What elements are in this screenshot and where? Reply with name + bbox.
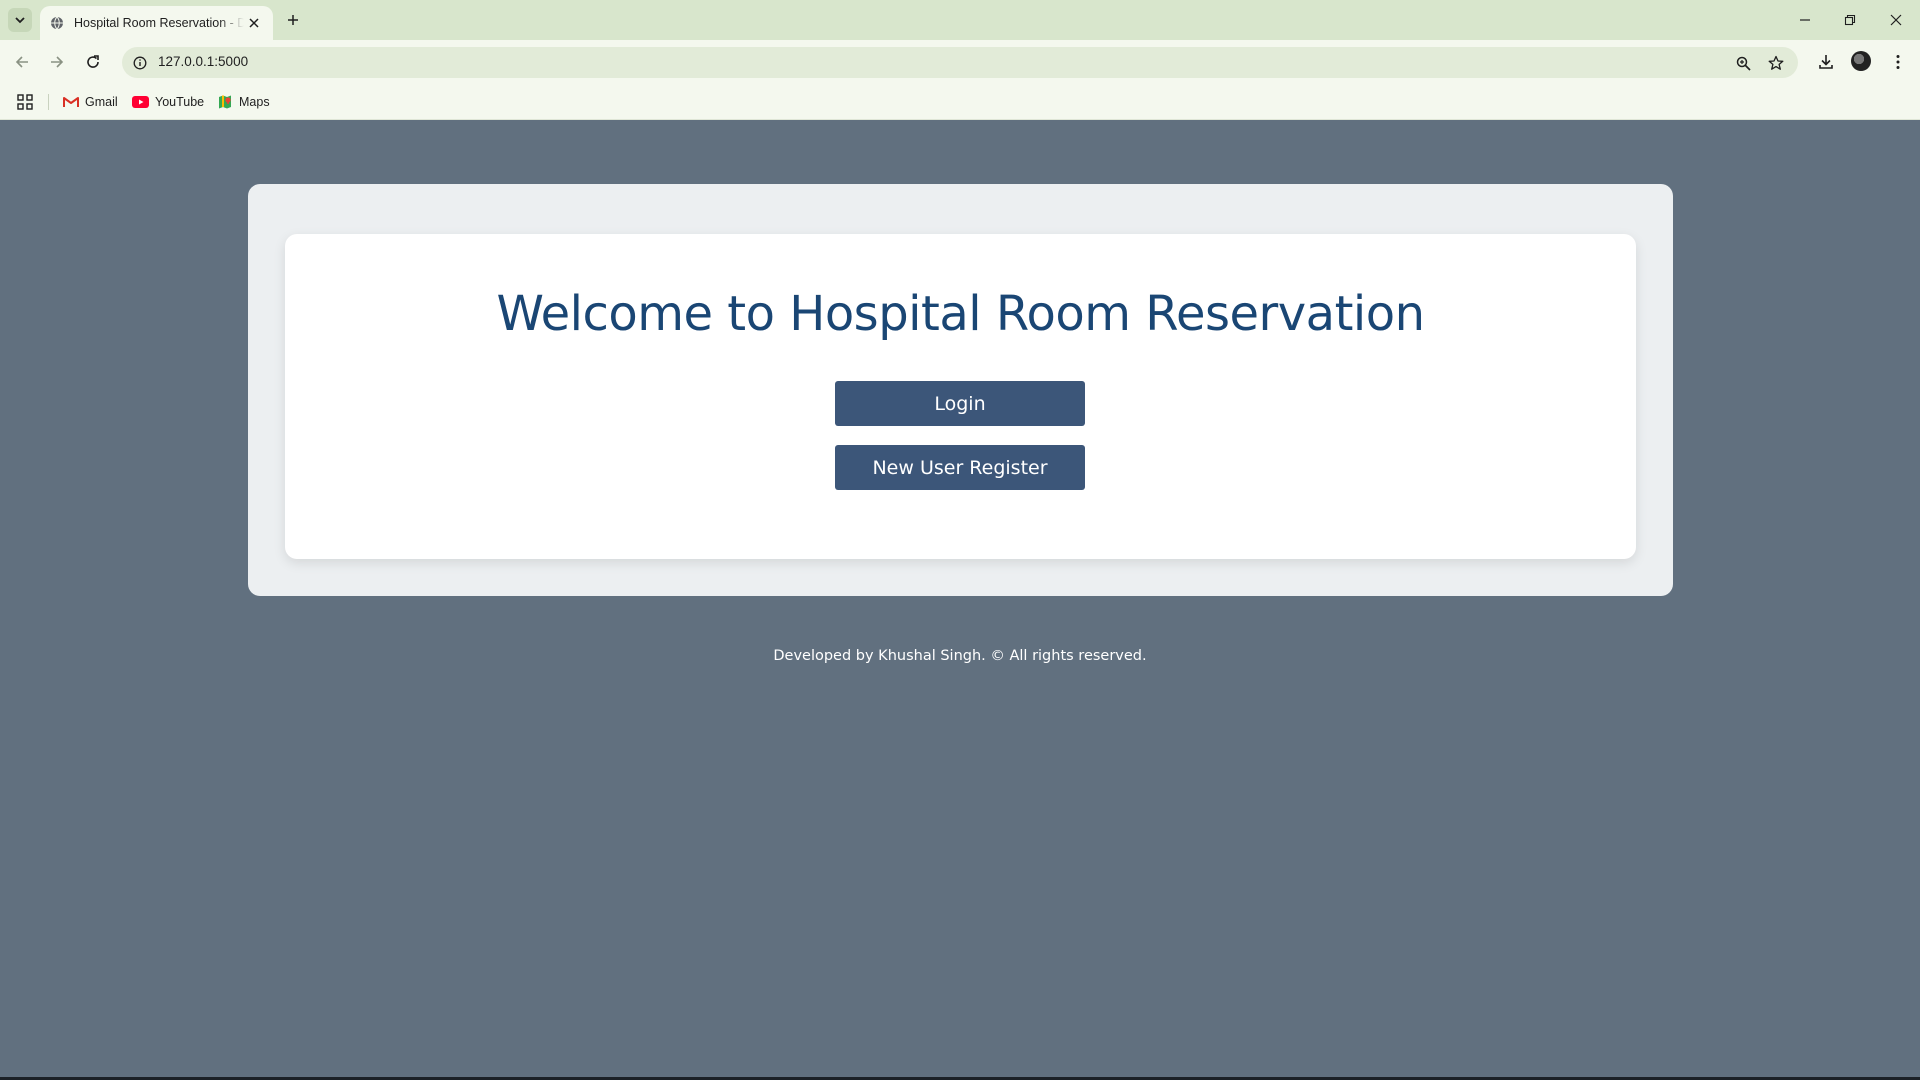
bookmark-star-button[interactable] xyxy=(1765,52,1787,74)
login-button[interactable]: Login xyxy=(835,381,1085,426)
arrow-right-icon xyxy=(51,56,64,68)
downloads-button[interactable] xyxy=(1814,50,1838,74)
close-icon xyxy=(249,18,259,28)
minimize-icon xyxy=(1800,19,1810,21)
bookmark-label: YouTube xyxy=(155,95,205,109)
tab-search-button[interactable] xyxy=(8,8,32,32)
minimize-button[interactable] xyxy=(1793,8,1817,32)
bookmark-youtube[interactable]: YouTube xyxy=(132,93,204,111)
welcome-card: Welcome to Hospital Room Reservation Log… xyxy=(285,234,1636,559)
menu-button[interactable] xyxy=(1886,50,1910,74)
browser-toolbar: 127.0.0.1:5000 xyxy=(0,40,1920,84)
bookmark-label: Gmail xyxy=(85,95,118,109)
outer-container: Welcome to Hospital Room Reservation Log… xyxy=(248,184,1673,596)
active-tab[interactable]: Hospital Room Reservation - Dashboard xyxy=(40,6,273,40)
download-icon xyxy=(1819,55,1833,69)
star-icon xyxy=(1768,55,1784,70)
url-text[interactable]: 127.0.0.1:5000 xyxy=(158,54,248,69)
window-close-button[interactable] xyxy=(1884,8,1908,32)
gmail-icon xyxy=(63,97,79,107)
back-button[interactable] xyxy=(10,50,34,74)
restore-button[interactable] xyxy=(1838,8,1862,32)
apps-grid-icon xyxy=(17,94,33,110)
bookmarks-bar: Gmail YouTube Maps xyxy=(0,84,1920,120)
globe-icon xyxy=(51,16,63,30)
bookmark-gmail[interactable]: Gmail xyxy=(63,93,118,111)
reload-icon xyxy=(87,55,99,68)
page-viewport: Welcome to Hospital Room Reservation Log… xyxy=(0,121,1920,1077)
forward-button[interactable] xyxy=(45,50,69,74)
site-info-button[interactable] xyxy=(130,53,150,73)
info-icon xyxy=(133,56,147,70)
bookmarks-separator xyxy=(48,94,49,110)
tab-title: Hospital Room Reservation - Dashboard xyxy=(74,16,244,30)
bookmark-label: Maps xyxy=(239,95,270,109)
zoom-button[interactable] xyxy=(1732,52,1754,74)
close-icon xyxy=(1890,14,1902,26)
arrow-left-icon xyxy=(15,56,28,68)
tab-close-button[interactable] xyxy=(245,14,263,32)
chevron-down-icon xyxy=(15,17,25,24)
page-title: Welcome to Hospital Room Reservation xyxy=(496,286,1425,342)
new-tab-button[interactable] xyxy=(282,9,304,31)
footer-text: Developed by Khushal Singh. © All rights… xyxy=(773,648,1147,664)
kebab-menu-icon xyxy=(1896,55,1900,69)
youtube-icon xyxy=(132,96,149,108)
reload-button[interactable] xyxy=(81,50,105,74)
new-user-register-button[interactable]: New User Register xyxy=(835,445,1085,490)
bookmark-maps[interactable]: Maps xyxy=(217,93,270,111)
zoom-icon xyxy=(1736,56,1751,71)
restore-icon xyxy=(1844,14,1856,26)
apps-button[interactable] xyxy=(16,93,34,111)
maps-icon xyxy=(219,95,231,109)
profile-avatar[interactable] xyxy=(1851,51,1871,71)
address-bar[interactable]: 127.0.0.1:5000 xyxy=(122,47,1798,78)
plus-icon xyxy=(288,15,298,25)
tab-strip: Hospital Room Reservation - Dashboard xyxy=(0,0,1920,40)
